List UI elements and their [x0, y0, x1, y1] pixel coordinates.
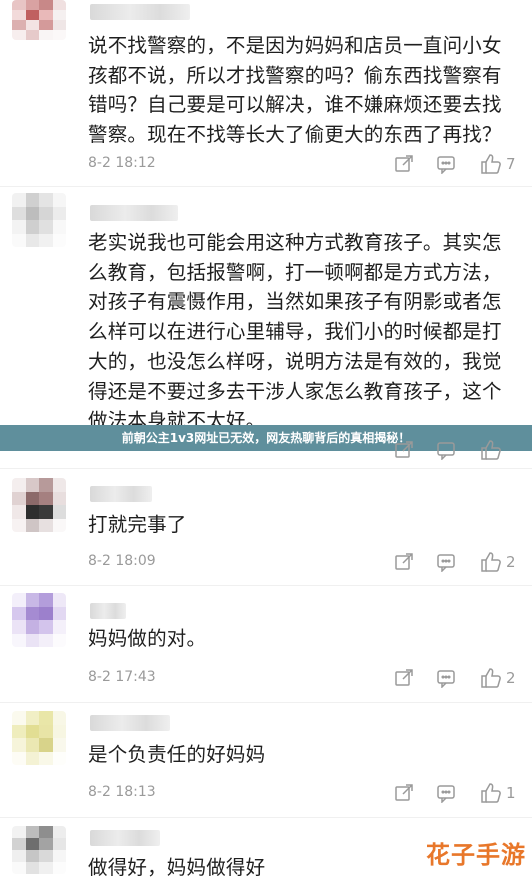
comment-reply-icon[interactable]: [436, 783, 456, 803]
avatar[interactable]: [12, 193, 66, 247]
comment-date: 8-2 18:13: [88, 784, 156, 800]
divider: [0, 468, 532, 469]
username-blurred[interactable]: [90, 4, 190, 20]
comment-text: 说不找警察的，不是因为妈妈和店员一直问小女孩都不说，所以才找警察的吗？偷东西找警…: [88, 34, 502, 147]
comment-reply-icon[interactable]: [436, 154, 456, 174]
comment-text: 妈妈做的对。: [88, 627, 207, 650]
username-blurred[interactable]: [90, 715, 170, 731]
divider: [0, 186, 532, 187]
divider: [0, 702, 532, 703]
share-icon[interactable]: [394, 668, 414, 688]
comment-reply-icon[interactable]: [436, 552, 456, 572]
comment-date: 8-2 17:43: [88, 669, 156, 685]
avatar[interactable]: [12, 593, 66, 647]
comment-text: 是个负责任的好妈妈: [88, 743, 266, 766]
divider: [0, 585, 532, 586]
like-icon[interactable]: [480, 782, 502, 804]
watermark-logo: 花子手游: [426, 841, 526, 869]
comment-reply-icon[interactable]: [436, 668, 456, 688]
like-icon[interactable]: [480, 551, 502, 573]
avatar[interactable]: [12, 826, 66, 874]
comment-text: 打就完事了: [88, 513, 187, 536]
like-count: 1: [506, 784, 516, 802]
comment-date: 8-2 18:09: [88, 553, 156, 569]
username-blurred[interactable]: [90, 603, 126, 619]
comment-date: 8-2 18:12: [88, 155, 156, 171]
username-blurred[interactable]: [90, 205, 178, 221]
username-blurred[interactable]: [90, 830, 160, 846]
share-icon[interactable]: [394, 154, 414, 174]
like-icon[interactable]: [480, 667, 502, 689]
like-icon[interactable]: [480, 439, 502, 461]
share-icon[interactable]: [394, 440, 414, 460]
like-count: 2: [506, 553, 516, 571]
like-count: 2: [506, 669, 516, 687]
like-count: 7: [506, 155, 516, 173]
share-icon[interactable]: [394, 783, 414, 803]
comment-text: 老实说我也可能会用这种方式教育孩子。其实怎么教育，包括报警啊，打一顿啊都是方式方…: [88, 231, 502, 433]
share-icon[interactable]: [394, 552, 414, 572]
avatar[interactable]: [12, 0, 66, 40]
avatar[interactable]: [12, 711, 66, 765]
username-blurred[interactable]: [90, 486, 152, 502]
divider: [0, 817, 532, 818]
like-icon[interactable]: [480, 153, 502, 175]
avatar[interactable]: [12, 478, 66, 532]
comment-reply-icon[interactable]: [436, 440, 456, 460]
